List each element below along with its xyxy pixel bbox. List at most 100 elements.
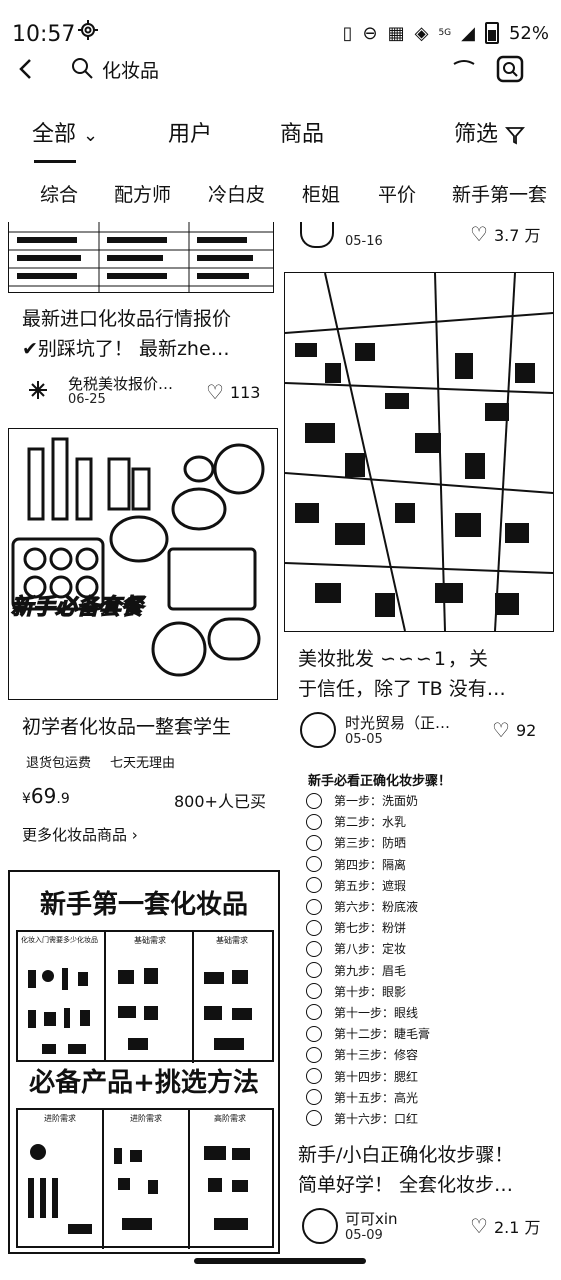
- heart-icon: ♡: [492, 718, 510, 742]
- post-date: 06-25: [68, 392, 106, 407]
- tab-products[interactable]: 商品: [280, 116, 324, 148]
- step-label: 第八步：定妆: [334, 942, 407, 957]
- step-item: 第八步：定妆: [306, 938, 546, 959]
- topic-chips: 综合 配方师 冷白皮 柜姐 平价 新手第一套: [0, 180, 561, 216]
- like-button[interactable]: ♡ 92: [492, 718, 536, 742]
- avatar[interactable]: [26, 378, 50, 402]
- search-query[interactable]: 化妆品: [102, 56, 159, 83]
- chip-affordable[interactable]: 平价: [378, 180, 416, 207]
- more-products-link[interactable]: 更多化妆品商品 ›: [22, 824, 138, 845]
- heart-icon: ♡: [470, 222, 488, 246]
- wholesale-store-image[interactable]: [284, 272, 554, 632]
- chevron-right-icon: ›: [131, 826, 138, 844]
- card-title[interactable]: 最新进口化妆品行情报价 ✔别踩坑了！ 最新zhe…: [22, 304, 267, 364]
- price-decimal: .9: [56, 791, 70, 807]
- step-item: 第十三步：修容: [306, 1044, 546, 1065]
- status-time: 10:57: [12, 22, 76, 47]
- status-bar: 10:57 ▯ ⊖ ▦ ◈ 5G ◢ 52%: [0, 0, 561, 60]
- like-count: 2.1 万: [493, 1218, 541, 1237]
- like-button[interactable]: ♡ 113: [206, 380, 260, 404]
- product-price: ¥69.9: [22, 784, 70, 808]
- radio-circle-icon: [306, 1004, 322, 1021]
- chip-beginner-set[interactable]: 新手第一套: [452, 180, 547, 207]
- radio-circle-icon: [306, 1046, 322, 1063]
- like-count: 113: [229, 382, 261, 402]
- chip-cool-white-skin[interactable]: 冷白皮: [208, 180, 265, 207]
- status-icons: ▯ ⊖ ▦ ◈ 5G ◢ 52%: [343, 22, 549, 44]
- step-label: 第六步：粉底液: [334, 900, 419, 915]
- step-label: 第十五步：高光: [334, 1090, 419, 1105]
- guide-heading-2: 必备产品+挑选方法: [29, 1068, 259, 1098]
- post-date: 05-16: [345, 234, 383, 249]
- image-overlay-text: 新手必备套餐: [11, 594, 146, 620]
- home-indicator[interactable]: [194, 1258, 366, 1264]
- card-title-line: ✔别踩坑了！ 最新zhe…: [22, 338, 230, 360]
- step-label: 第七步：粉饼: [334, 921, 407, 936]
- step-label: 第十三步：修容: [334, 1048, 419, 1063]
- radio-circle-icon: [306, 1089, 322, 1106]
- chip-comprehensive[interactable]: 综合: [40, 180, 78, 207]
- step-item: 第九步：眉毛: [306, 960, 546, 981]
- beginner-guide-image[interactable]: 新手第一套化妆品 化妆入门需要多少化妆品 基础需求 基础需求 必备产品+挑选方法…: [8, 870, 280, 1254]
- nfc-icon: ▦: [387, 22, 405, 44]
- radio-circle-icon: [306, 1068, 322, 1085]
- heart-icon: ♡: [206, 380, 224, 404]
- store-shelves-graphic: [285, 273, 553, 631]
- author-name[interactable]: 免税美妆报价…: [68, 373, 173, 394]
- tab-all[interactable]: 全部 ⌄: [32, 116, 98, 148]
- step-item: 第十五步：高光: [306, 1087, 546, 1108]
- step-item: 第三步：防晒: [306, 832, 546, 853]
- dnd-icon: ⊖: [362, 22, 378, 44]
- steps-list-title: 新手必看正确化妆步骤！: [308, 774, 452, 789]
- step-item: 第五步：遮瑕: [306, 875, 546, 896]
- chip-counter-girl[interactable]: 柜姐: [302, 180, 340, 207]
- product-title[interactable]: 初学者化妆品一整套学生: [22, 712, 231, 742]
- author-name[interactable]: 时光贸易（正…: [345, 712, 450, 733]
- radio-circle-icon: [306, 898, 322, 915]
- wifi-icon: ◈: [414, 22, 429, 44]
- radio-circle-icon: [306, 919, 322, 936]
- radio-circle-icon: [306, 940, 322, 957]
- price-integer: 69: [30, 784, 57, 808]
- vibrate-icon: ▯: [342, 22, 353, 44]
- step-label: 第九步：眉毛: [334, 963, 407, 978]
- step-label: 第十四步：腮红: [334, 1069, 419, 1084]
- author-name[interactable]: 可可xin: [345, 1208, 398, 1229]
- tab-users[interactable]: 用户: [168, 116, 212, 148]
- step-label: 第四步：隔离: [334, 857, 407, 872]
- image-search-icon[interactable]: [496, 55, 524, 83]
- tag-free-return-shipping: 退货包运费: [26, 756, 92, 771]
- step-label: 第十步：眼影: [334, 984, 407, 999]
- chip-formulator[interactable]: 配方师: [114, 180, 171, 207]
- card-title-text: 美妆批发: [298, 648, 375, 670]
- makeup-steps-image[interactable]: 新手必看正确化妆步骤！ 第一步：洗面奶 第二步：水乳 第三步：防晒 第四步：隔离 第五步…: [288, 764, 552, 1134]
- post-date: 05-09: [345, 1228, 383, 1243]
- price-table-image[interactable]: [8, 222, 274, 293]
- search-clear-icon[interactable]: [452, 58, 476, 68]
- card-title[interactable]: 新手/小白正确化妆步骤！ 简单好学！ 全套化妆步…: [298, 1140, 548, 1200]
- radio-circle-icon: [306, 813, 322, 830]
- sold-count: 800+人已买: [174, 792, 266, 811]
- result-tabs: 全部 ⌄ 用户 商品 筛选: [0, 116, 561, 166]
- like-button[interactable]: ♡ 2.1 万: [470, 1214, 540, 1238]
- tag-seven-day-return: 七天无理由: [110, 756, 176, 771]
- back-arrow-icon[interactable]: [12, 54, 42, 84]
- step-item: 第十二步：睫毛膏: [306, 1023, 546, 1044]
- filter-button[interactable]: 筛选: [454, 116, 525, 148]
- avatar[interactable]: [302, 1208, 338, 1244]
- like-button[interactable]: ♡ 3.7 万: [470, 222, 540, 246]
- step-item: 第六步：粉底液: [306, 896, 546, 917]
- like-count: 92: [515, 720, 537, 740]
- card-title[interactable]: 美妆批发 ∽∽∽1，关 于信任，除了 TB 没有…: [298, 644, 546, 704]
- step-item: 第十四步：腮红: [306, 1065, 546, 1086]
- active-tab-indicator: [34, 160, 76, 163]
- chevron-down-icon: ⌄: [83, 125, 99, 146]
- avatar[interactable]: [300, 222, 334, 248]
- radio-circle-icon: [306, 983, 322, 1000]
- step-label: 第十六步：口红: [334, 1111, 419, 1126]
- cosmetics-kit-graphic: 新手必备套餐: [9, 429, 277, 699]
- avatar[interactable]: [300, 712, 336, 748]
- step-label: 第十二步：睫毛膏: [334, 1027, 431, 1042]
- product-image[interactable]: 新手必备套餐: [8, 428, 278, 700]
- search-icon: [72, 58, 93, 79]
